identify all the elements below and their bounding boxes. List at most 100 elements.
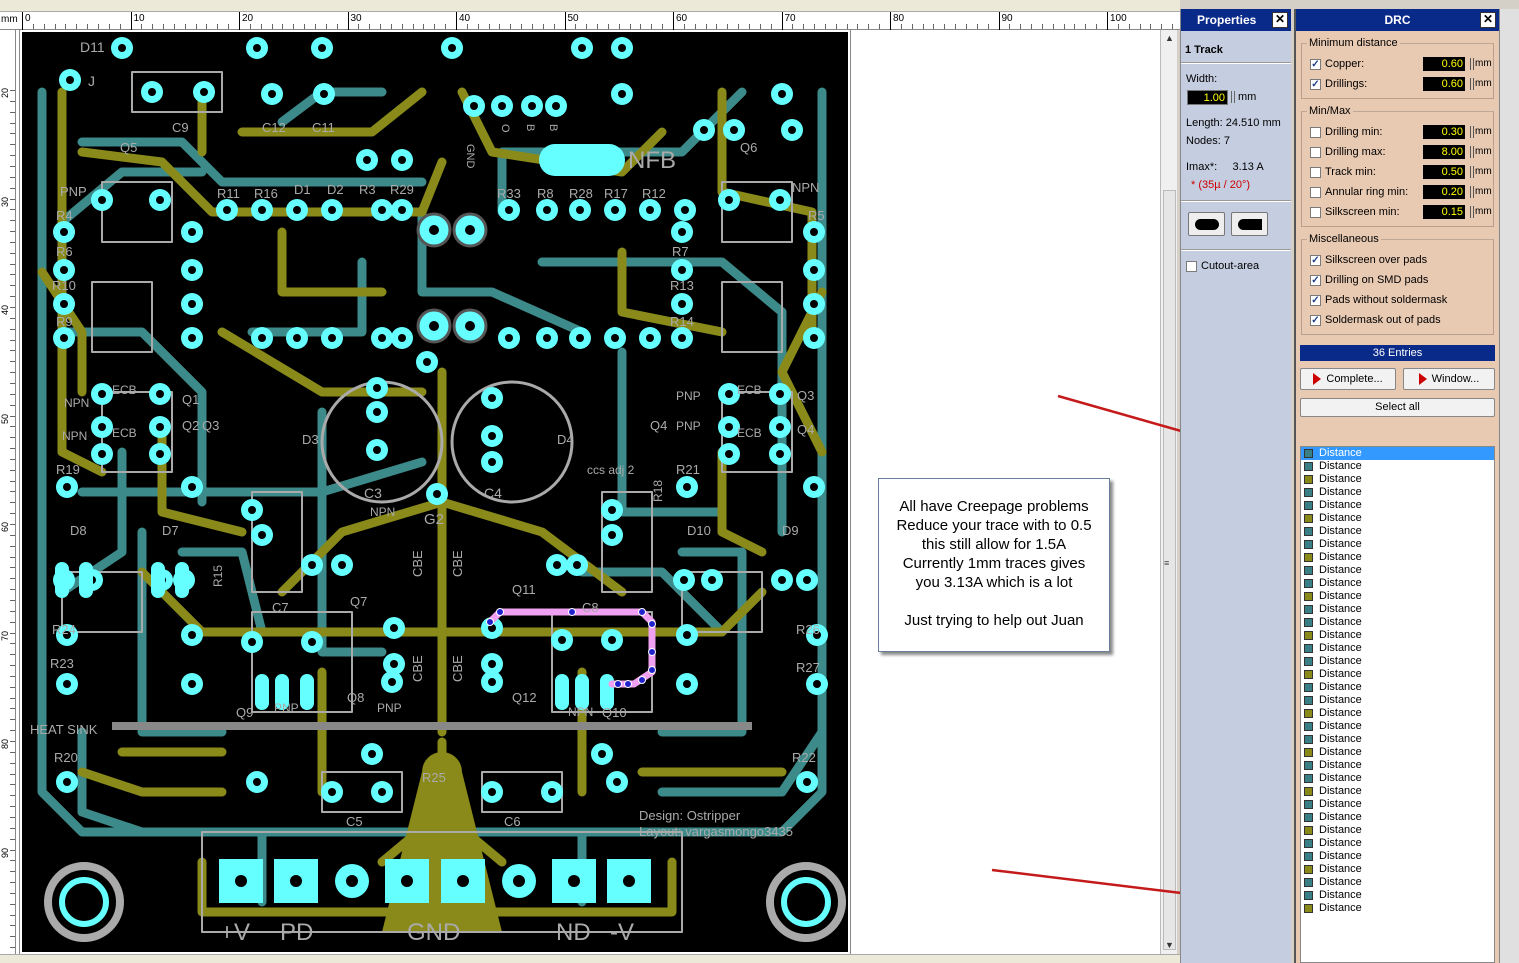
- drc-list-item[interactable]: Distance: [1301, 746, 1494, 759]
- ruler-minor-tick: [553, 24, 555, 29]
- drc-list-item[interactable]: Distance: [1301, 681, 1494, 694]
- window-button[interactable]: Window...: [1403, 368, 1495, 390]
- drc-list-item[interactable]: Distance: [1301, 629, 1494, 642]
- drc-option-row[interactable]: ✓ Drillings: 0.60 mm: [1310, 74, 1493, 94]
- drc-option-label: Drilling max:: [1325, 146, 1386, 158]
- close-icon[interactable]: ✕: [1272, 12, 1288, 28]
- drc-list-item[interactable]: Distance: [1301, 863, 1494, 876]
- drc-checkbox[interactable]: [1310, 146, 1321, 158]
- select-all-button[interactable]: Select all: [1300, 398, 1495, 417]
- drc-checkbox[interactable]: ✓: [1310, 314, 1321, 326]
- width-input[interactable]: 1.00: [1187, 89, 1228, 105]
- drc-checkbox[interactable]: [1310, 166, 1321, 178]
- scroll-down-icon[interactable]: ▼: [1161, 937, 1178, 954]
- drc-list-item[interactable]: Distance: [1301, 499, 1494, 512]
- drc-value-input[interactable]: 0.20: [1423, 185, 1465, 199]
- spinner-icon[interactable]: [1470, 186, 1474, 198]
- spinner-icon[interactable]: [1470, 58, 1474, 70]
- drc-checkbox[interactable]: [1310, 186, 1321, 198]
- drc-option-row[interactable]: ✓ Pads without soldermask: [1310, 290, 1493, 310]
- drc-option-row[interactable]: Drilling min: 0.30 mm: [1310, 122, 1493, 142]
- drc-checkbox[interactable]: ✓: [1310, 274, 1321, 286]
- ruler-minor-tick: [10, 806, 15, 808]
- drc-list-item[interactable]: Distance: [1301, 616, 1494, 629]
- pcb-canvas[interactable]: D11 J C9 C12 C11 D1 D2 R3 R29 R11 R16 R33 R8 R28 R17 R1…: [16, 30, 1160, 954]
- drc-list-item[interactable]: Distance: [1301, 655, 1494, 668]
- drc-value-input[interactable]: 0.60: [1423, 77, 1465, 91]
- drc-checkbox[interactable]: ✓: [1310, 294, 1321, 306]
- drc-option-row[interactable]: Drilling max: 8.00 mm: [1310, 142, 1493, 162]
- drc-list-item[interactable]: Distance: [1301, 720, 1494, 733]
- square-end-button[interactable]: [1231, 212, 1268, 236]
- drc-list-item[interactable]: Distance: [1301, 590, 1494, 603]
- drc-list-item[interactable]: Distance: [1301, 538, 1494, 551]
- drc-list-item[interactable]: Distance: [1301, 603, 1494, 616]
- drc-list-item[interactable]: Distance: [1301, 473, 1494, 486]
- spinner-icon[interactable]: [1470, 126, 1474, 138]
- drc-list-item[interactable]: Distance: [1301, 876, 1494, 889]
- drc-option-row[interactable]: ✓ Copper: 0.60 mm: [1310, 54, 1493, 74]
- drc-list-item[interactable]: Distance: [1301, 850, 1494, 863]
- width-spinner-icon[interactable]: [1231, 91, 1235, 104]
- drc-list-item[interactable]: Distance: [1301, 460, 1494, 473]
- drc-option-row[interactable]: Annular ring min: 0.20 mm: [1310, 182, 1493, 202]
- drc-list-item[interactable]: Distance: [1301, 564, 1494, 577]
- drc-list-item[interactable]: Distance: [1301, 551, 1494, 564]
- drc-list-item[interactable]: Distance: [1301, 889, 1494, 902]
- spinner-icon[interactable]: [1470, 206, 1474, 218]
- drill-hole: [320, 90, 328, 98]
- drc-list-item[interactable]: Distance: [1301, 772, 1494, 785]
- drc-checkbox[interactable]: ✓: [1310, 254, 1321, 266]
- drc-list-item[interactable]: Distance: [1301, 837, 1494, 850]
- drc-checkbox[interactable]: [1310, 206, 1321, 218]
- drc-value-input[interactable]: 0.30: [1423, 125, 1465, 139]
- drc-checkbox[interactable]: [1310, 126, 1321, 138]
- complete-button[interactable]: Complete...: [1300, 368, 1396, 390]
- layer-swatch: [1304, 747, 1313, 757]
- silkscreen-label: Q9: [236, 705, 253, 720]
- ruler-minor-tick: [10, 339, 15, 341]
- drc-list-item[interactable]: Distance: [1301, 447, 1494, 460]
- drc-list-item[interactable]: Distance: [1301, 707, 1494, 720]
- drc-list-item[interactable]: Distance: [1301, 525, 1494, 538]
- drc-results-list[interactable]: Distance Distance Distance Distance Distance…: [1300, 446, 1495, 963]
- drc-checkbox[interactable]: ✓: [1310, 78, 1321, 90]
- close-icon[interactable]: ✕: [1480, 12, 1496, 28]
- drc-list-item[interactable]: Distance: [1301, 486, 1494, 499]
- drc-option-row[interactable]: Silkscreen min: 0.15 mm: [1310, 202, 1493, 222]
- drc-list-item[interactable]: Distance: [1301, 668, 1494, 681]
- drc-list-item[interactable]: Distance: [1301, 811, 1494, 824]
- scroll-thumb[interactable]: [1163, 190, 1176, 950]
- pcb-drawing[interactable]: D11 J C9 C12 C11 D1 D2 R3 R29 R11 R16 R33 R8 R28 R17 R1…: [22, 32, 850, 954]
- drc-list-item[interactable]: Distance: [1301, 824, 1494, 837]
- drc-checkbox[interactable]: ✓: [1310, 58, 1321, 70]
- drc-value-input[interactable]: 0.50: [1423, 165, 1465, 179]
- drc-option-row[interactable]: Track min: 0.50 mm: [1310, 162, 1493, 182]
- ruler-minor-tick: [629, 24, 631, 29]
- spinner-icon[interactable]: [1470, 146, 1474, 158]
- drc-list-item[interactable]: Distance: [1301, 694, 1494, 707]
- drc-value-input[interactable]: 0.60: [1423, 57, 1465, 71]
- drc-option-row[interactable]: ✓ Silkscreen over pads: [1310, 250, 1493, 270]
- drc-list-item[interactable]: Distance: [1301, 902, 1494, 915]
- drc-value-input[interactable]: 0.15: [1423, 205, 1465, 219]
- drc-list-item[interactable]: Distance: [1301, 759, 1494, 772]
- scroll-up-icon[interactable]: ▲: [1161, 30, 1178, 47]
- drc-option-row[interactable]: ✓ Drilling on SMD pads: [1310, 270, 1493, 290]
- drc-option-row[interactable]: ✓ Soldermask out of pads: [1310, 310, 1493, 330]
- spinner-icon[interactable]: [1470, 166, 1474, 178]
- pcb-board[interactable]: D11 J C9 C12 C11 D1 D2 R3 R29 R11 R16 R33 R8 R28 R17 R1…: [20, 30, 850, 954]
- cutout-checkbox[interactable]: [1186, 260, 1197, 272]
- cutout-row[interactable]: Cutout-area: [1181, 257, 1291, 275]
- drc-list-item[interactable]: Distance: [1301, 798, 1494, 811]
- drc-list-item[interactable]: Distance: [1301, 785, 1494, 798]
- drc-list-item[interactable]: Distance: [1301, 512, 1494, 525]
- vertical-scrollbar[interactable]: ▲ ≡ ▼: [1160, 30, 1177, 954]
- spinner-icon[interactable]: [1470, 78, 1474, 90]
- drc-list-item[interactable]: Distance: [1301, 642, 1494, 655]
- drc-value-input[interactable]: 8.00: [1423, 145, 1465, 159]
- round-end-button[interactable]: [1188, 212, 1225, 236]
- drc-list-item[interactable]: Distance: [1301, 577, 1494, 590]
- drc-list-item[interactable]: Distance: [1301, 733, 1494, 746]
- selected-track: [486, 608, 656, 688]
